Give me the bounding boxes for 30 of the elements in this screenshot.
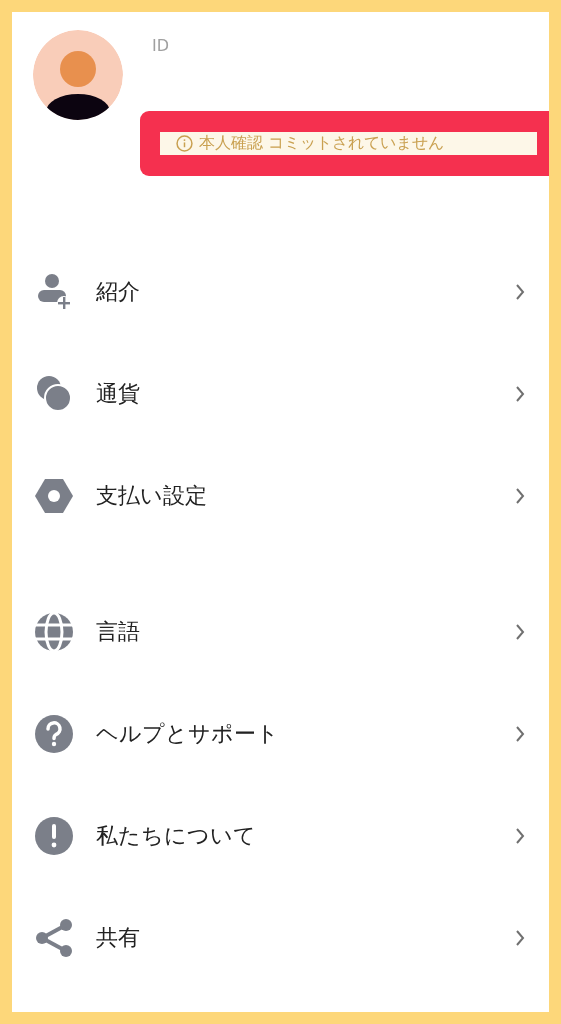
menu-item[interactable]: 言語: [12, 581, 549, 683]
menu-label: 紹介: [96, 278, 141, 306]
chevron-right-icon: [515, 624, 525, 640]
chevron-right-icon: [515, 930, 525, 946]
chevron-right-icon: [515, 726, 525, 742]
avatar-icon: [33, 30, 123, 120]
info-icon: [176, 135, 193, 152]
info-icon: [34, 816, 74, 856]
menu-item[interactable]: ヘルプとサポート: [12, 683, 549, 785]
chevron-right-icon: [515, 488, 525, 504]
menu-item[interactable]: 支払い設定: [12, 445, 549, 547]
chevron-right-icon: [515, 284, 525, 300]
hex-nut-icon: [34, 476, 74, 516]
share-icon: [34, 918, 74, 958]
menu-item[interactable]: 共有: [12, 887, 549, 989]
menu-label: 共有: [96, 924, 141, 952]
menu-label: 支払い設定: [96, 482, 208, 510]
globe-icon: [34, 612, 74, 652]
menu-item[interactable]: 通貨: [12, 343, 549, 445]
menu-item[interactable]: 私たちについて: [12, 785, 549, 887]
menu-label: ヘルプとサポート: [96, 720, 280, 748]
chevron-right-icon: [515, 828, 525, 844]
menu-item[interactable]: 紹介: [12, 241, 549, 343]
menu-label: 言語: [96, 618, 141, 646]
menu-label: 私たちについて: [96, 822, 257, 850]
menu-label: 通貨: [96, 380, 141, 408]
user-id-label: ID: [152, 36, 170, 55]
help-icon: [34, 714, 74, 754]
notice-text: 本人確認 コミットされていません: [199, 133, 445, 154]
chevron-right-icon: [515, 386, 525, 402]
